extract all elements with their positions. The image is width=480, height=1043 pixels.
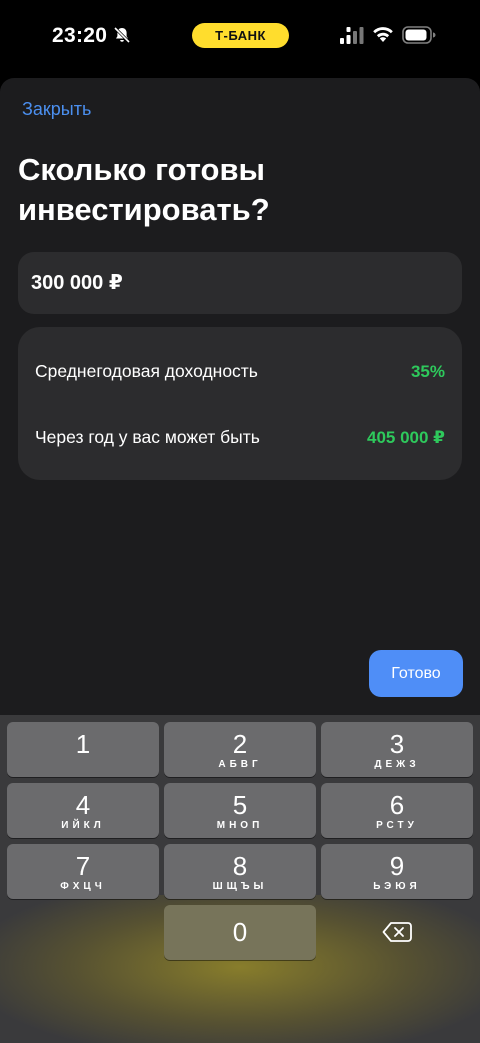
investment-sheet: Закрыть Сколько готовы инвестировать? 30… <box>0 78 480 715</box>
battery-icon <box>402 26 436 44</box>
key-letters: ЬЭЮЯ <box>373 881 421 892</box>
backspace-icon[interactable] <box>382 921 412 943</box>
key-letters: МНОП <box>216 820 264 831</box>
bell-slash-icon <box>113 26 131 44</box>
key-7[interactable]: 7 ФХЦЧ <box>7 844 159 899</box>
close-button[interactable]: Закрыть <box>22 99 91 120</box>
key-letters: РСТУ <box>376 820 418 831</box>
key-digit: 6 <box>389 790 405 820</box>
key-0[interactable]: 0 <box>164 905 316 960</box>
key-8[interactable]: 8 ШЩЪЫ <box>164 844 316 899</box>
bank-badge: Т-БАНК <box>192 23 289 48</box>
forecast-card: Среднегодовая доходность 35% Через год у… <box>18 327 462 480</box>
key-digit: 7 <box>75 851 91 881</box>
key-3[interactable]: 3 ДЕЖЗ <box>321 722 473 777</box>
key-4[interactable]: 4 ИЙКЛ <box>7 783 159 838</box>
wifi-icon <box>373 27 393 42</box>
key-letters: ШЩЪЫ <box>212 881 268 892</box>
future-value: 405 000 ₽ <box>366 428 445 447</box>
key-digit: 8 <box>232 851 248 881</box>
key-6[interactable]: 6 РСТУ <box>321 783 473 838</box>
done-button[interactable]: Готово <box>369 650 463 697</box>
key-digit: 5 <box>232 790 248 820</box>
key-1[interactable]: 1 <box>7 722 159 777</box>
key-9[interactable]: 9 ЬЭЮЯ <box>321 844 473 899</box>
future-label: Через год у вас может быть <box>35 427 260 447</box>
key-digit: 2 <box>232 729 248 759</box>
status-bar: 23:20 Т-БАНК <box>0 0 480 70</box>
yield-value: 35% <box>410 362 445 381</box>
yield-label: Среднегодовая доходность <box>35 361 258 381</box>
key-letters: АБВГ <box>218 759 262 770</box>
page-title: Сколько готовы инвестировать? <box>18 152 270 227</box>
status-time: 23:20 <box>52 24 108 47</box>
key-letters: ИЙКЛ <box>61 820 105 831</box>
numeric-keyboard: 1 2 АБВГ 3 ДЕЖЗ 4 ИЙКЛ 5 МНОП 6 РСТУ 7 Ф… <box>0 715 480 1043</box>
key-letters: ДЕЖЗ <box>374 759 420 770</box>
amount-input[interactable]: 300 000 ₽ <box>18 252 462 314</box>
key-digit: 9 <box>389 851 405 881</box>
key-2[interactable]: 2 АБВГ <box>164 722 316 777</box>
key-digit: 3 <box>389 729 405 759</box>
key-digit: 4 <box>75 790 91 820</box>
key-digit: 0 <box>232 917 248 947</box>
signal-icon <box>340 27 364 44</box>
key-digit: 1 <box>75 729 91 759</box>
key-letters: ФХЦЧ <box>60 881 106 892</box>
key-5[interactable]: 5 МНОП <box>164 783 316 838</box>
